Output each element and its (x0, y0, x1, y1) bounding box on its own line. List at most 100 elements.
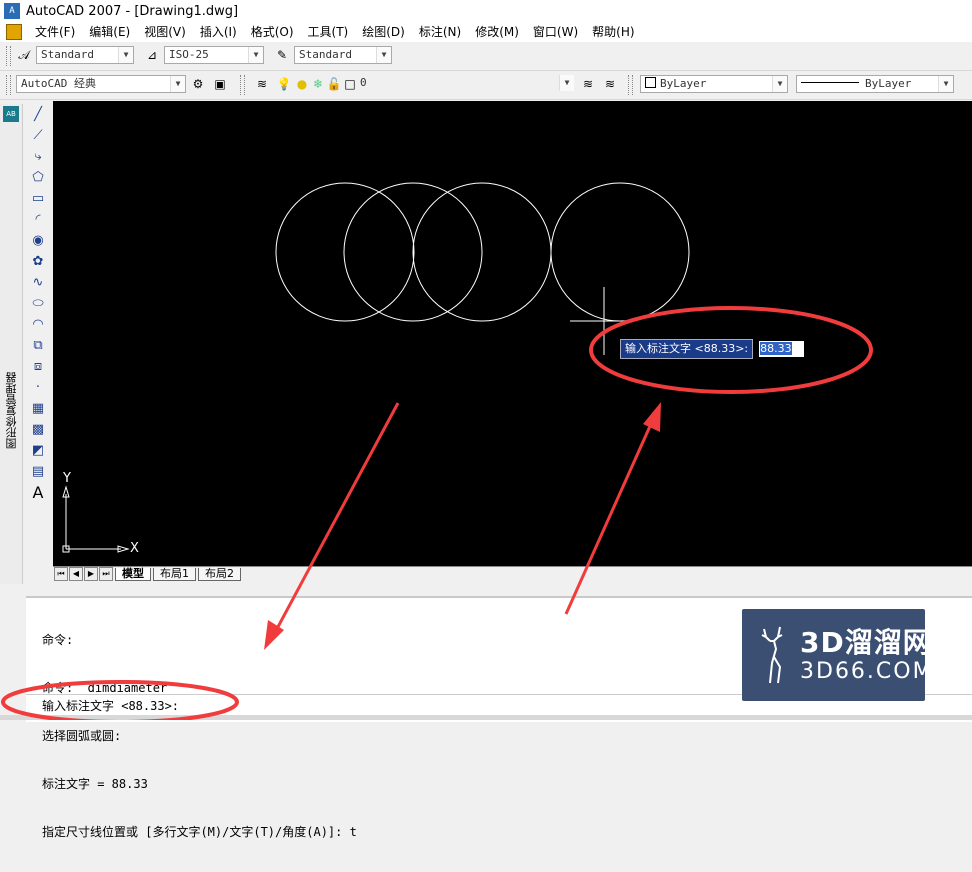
workspace-toolbar: AutoCAD 经典 ▼ ⚙ ▣ ≋ 💡 ● ❄ 🔓 □ 0 ▼ ≋ ≋ ByLay… (0, 71, 972, 100)
save-workspace-icon[interactable]: ▣ (212, 76, 228, 92)
layout-tabs-bar: ⏮ ◀ ▶ ⏭ 模型 布局1 布局2 (53, 566, 972, 581)
drawing-geometry (62, 182, 690, 553)
color-swatch-icon (645, 77, 656, 88)
history-line: 指定尺寸线位置或 [多行文字(M)/文字(T)/角度(A)]: t (42, 825, 357, 839)
linetype-select[interactable]: ByLayer ▼ (796, 75, 954, 93)
autocad-app-icon[interactable]: A (4, 3, 20, 19)
menu-help[interactable]: 帮助(H) (585, 22, 641, 42)
menu-tools[interactable]: 工具(T) (301, 22, 356, 42)
tab-model[interactable]: 模型 (115, 567, 151, 581)
next-tab-icon[interactable]: ▶ (84, 567, 98, 581)
point-icon[interactable]: · (28, 377, 48, 398)
history-line: 标注文字 = 88.33 (42, 777, 148, 791)
circle-4[interactable] (550, 182, 690, 322)
arc-icon[interactable]: ◜ (28, 209, 48, 230)
chevron-down-icon[interactable]: ▼ (772, 76, 787, 92)
ucs-icon (62, 485, 130, 553)
ellipse-arc-icon[interactable]: ◠ (28, 314, 48, 335)
multiline-text-icon[interactable]: A (28, 482, 48, 503)
crosshair-cursor (570, 287, 620, 355)
menu-format[interactable]: 格式(O) (244, 22, 301, 42)
watermark-url: 3D66.COM (800, 659, 934, 684)
sun-icon[interactable]: ● (294, 76, 310, 92)
table-icon[interactable]: ▤ (28, 461, 48, 482)
ellipse-icon[interactable]: ⬭ (28, 293, 48, 314)
circle-1[interactable] (275, 182, 415, 322)
first-tab-icon[interactable]: ⏮ (54, 567, 68, 581)
workspace-settings-icon[interactable]: ⚙ (190, 76, 206, 92)
watermark-logo: 3D溜溜网 3D66.COM (742, 609, 932, 701)
text-style-select[interactable]: Standard ▼ (36, 46, 134, 64)
layer-select[interactable]: 0 ▼ (356, 75, 574, 93)
toolbar-grip[interactable] (628, 75, 633, 95)
workspace-select[interactable]: AutoCAD 经典 ▼ (16, 75, 186, 93)
last-tab-icon[interactable]: ⏭ (99, 567, 113, 581)
dynamic-input-tooltip: 输入标注文字 <88.33>: 88.33 (620, 339, 805, 359)
palette-icon[interactable]: AB (3, 106, 19, 122)
layer-previous-icon[interactable]: ≋ (602, 76, 618, 92)
menu-edit[interactable]: 编辑(E) (82, 22, 137, 42)
chevron-down-icon[interactable]: ▼ (170, 76, 185, 92)
gradient-icon[interactable]: ▩ (28, 419, 48, 440)
draw-toolbar: ╱ ⟋ ⤷ ⬠ ▭ ◜ ◉ ✿ ∿ ⬭ ◠ ⧉ ⧈ · ▦ ▩ ◩ ▤ A (26, 104, 50, 534)
polyline-icon[interactable]: ⤷ (28, 146, 48, 167)
toolbar-grip[interactable] (6, 75, 11, 95)
chevron-down-icon[interactable]: ▼ (938, 76, 953, 92)
dynamic-input-field[interactable]: 88.33 (759, 341, 805, 357)
tool-palette-strip: AB 图形修复管理器 (0, 104, 23, 584)
title-bar: A AutoCAD 2007 - [Drawing1.dwg] (0, 0, 972, 22)
tab-layout1[interactable]: 布局1 (153, 567, 196, 581)
menu-file[interactable]: 文件(F) (28, 22, 82, 42)
text-style-icon[interactable]: 𝒜 (16, 47, 32, 63)
menu-bar: 文件(F) 编辑(E) 视图(V) 插入(I) 格式(O) 工具(T) 绘图(D… (0, 22, 972, 42)
polygon-icon[interactable]: ⬠ (28, 167, 48, 188)
menu-draw[interactable]: 绘图(D) (355, 22, 412, 42)
circle-icon[interactable]: ◉ (28, 230, 48, 251)
menu-view[interactable]: 视图(V) (137, 22, 193, 42)
layer-manager-icon[interactable]: ≋ (254, 76, 270, 92)
region-icon[interactable]: ◩ (28, 440, 48, 461)
deer-logo-icon (761, 626, 783, 684)
command-history: 命令: 命令: _dimdiameter 选择圆弧或圆: 标注文字 = 88.3… (42, 600, 357, 872)
menu-modify[interactable]: 修改(M) (468, 22, 526, 42)
line-icon[interactable]: ╱ (28, 104, 48, 125)
menu-insert[interactable]: 插入(I) (193, 22, 244, 42)
make-layer-current-icon[interactable]: ≋ (580, 76, 596, 92)
table-style-icon[interactable]: ✎ (274, 47, 290, 63)
document-icon[interactable] (6, 24, 22, 40)
construction-line-icon[interactable]: ⟋ (28, 125, 48, 146)
lightbulb-icon[interactable]: 💡 (276, 76, 292, 92)
tab-layout2[interactable]: 布局2 (198, 567, 241, 581)
chevron-down-icon[interactable]: ▼ (559, 75, 574, 91)
color-select[interactable]: ByLayer ▼ (640, 75, 788, 93)
history-line: 命令: (42, 633, 74, 647)
window-title: AutoCAD 2007 - [Drawing1.dwg] (26, 3, 239, 19)
toolbar-grip[interactable] (240, 75, 245, 95)
dim-style-select[interactable]: ISO-25 ▼ (164, 46, 264, 64)
make-block-icon[interactable]: ⧈ (28, 356, 48, 377)
linetype-preview-icon (801, 82, 859, 83)
styles-toolbar: 𝒜 Standard ▼ ⊿ ISO-25 ▼ ✎ Standard ▼ (0, 42, 972, 71)
drawing-canvas[interactable]: Y X 输入标注文字 <88.33>: 88.33 (53, 101, 972, 566)
dynamic-input-prompt: 输入标注文字 <88.33>: (620, 339, 754, 359)
menu-dimension[interactable]: 标注(N) (412, 22, 468, 42)
revision-cloud-icon[interactable]: ✿ (28, 251, 48, 272)
dim-style-icon[interactable]: ⊿ (144, 47, 160, 63)
command-line-input[interactable]: 输入标注文字 <88.33>: (42, 698, 179, 714)
freeze-icon[interactable]: ❄ (310, 76, 326, 92)
chevron-down-icon[interactable]: ▼ (118, 47, 133, 63)
drawing-recovery-label[interactable]: 图形修复管理器 (4, 372, 20, 449)
table-style-select[interactable]: Standard ▼ (294, 46, 392, 64)
toolbar-grip[interactable] (6, 46, 11, 66)
spline-icon[interactable]: ∿ (28, 272, 48, 293)
hatch-icon[interactable]: ▦ (28, 398, 48, 419)
lock-icon[interactable]: 🔓 (326, 76, 342, 92)
chevron-down-icon[interactable]: ▼ (376, 47, 391, 63)
prev-tab-icon[interactable]: ◀ (69, 567, 83, 581)
chevron-down-icon[interactable]: ▼ (248, 47, 263, 63)
ucs-x-label: X (130, 541, 139, 556)
insert-block-icon[interactable]: ⧉ (28, 335, 48, 356)
rectangle-icon[interactable]: ▭ (28, 188, 48, 209)
menu-window[interactable]: 窗口(W) (526, 22, 585, 42)
ucs-y-label: Y (63, 471, 71, 486)
